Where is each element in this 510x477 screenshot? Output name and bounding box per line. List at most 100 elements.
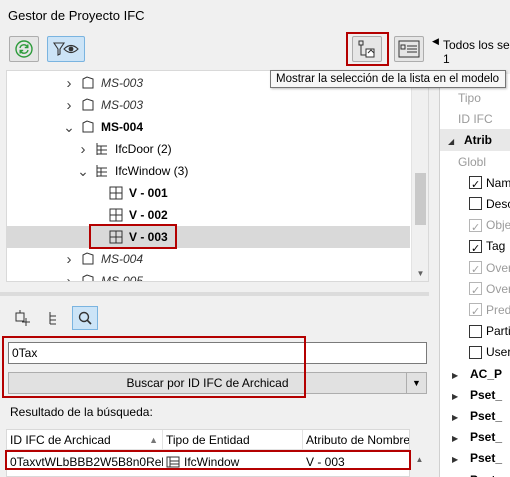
property-label: Name: [486, 175, 510, 190]
property-checkbox[interactable]: [469, 324, 482, 338]
search-icon: [78, 311, 92, 325]
property-row[interactable]: UserI: [440, 341, 510, 363]
property-row[interactable]: Name: [440, 172, 510, 196]
property-row[interactable]: Obje: [440, 214, 510, 239]
tree-row[interactable]: ⌄ MS-004: [7, 116, 410, 138]
storey-icon: [82, 76, 94, 89]
scroll-up-icon[interactable]: ▲: [411, 429, 428, 464]
tree-row-label: MS-003: [101, 98, 144, 112]
tree-row-label: MS-004: [101, 120, 144, 134]
property-row[interactable]: ▶ AC_P: [440, 363, 510, 385]
property-row[interactable]: Tag: [440, 235, 510, 260]
tree-row-label: MS-005: [101, 274, 144, 282]
chevron-right-icon[interactable]: ›: [63, 75, 75, 92]
results-scrollbar[interactable]: ▲: [411, 429, 428, 477]
hierarchy-button[interactable]: [41, 306, 67, 330]
highlight-result-row: [5, 450, 411, 470]
column-header-id-label: ID IFC de Archicad: [10, 433, 111, 447]
tree-scrollbar[interactable]: ▲ ▼: [411, 71, 428, 281]
tree-row[interactable]: V - 001: [7, 182, 410, 204]
property-row[interactable]: Descr: [440, 193, 510, 215]
tree-row-label: IfcWindow (3): [115, 164, 189, 178]
property-row[interactable]: ▶Pset_: [440, 384, 510, 406]
property-row[interactable]: ▶ Pset_: [440, 469, 510, 477]
property-label: Globl: [458, 154, 487, 169]
tree-row[interactable]: ⌄ IfcWindow (3): [7, 160, 410, 182]
column-header-entity[interactable]: Tipo de Entidad: [163, 430, 303, 450]
ifc-class-icon: [96, 165, 107, 177]
scroll-thumb[interactable]: [415, 173, 426, 225]
chevron-down-icon[interactable]: ▼: [406, 373, 426, 393]
property-checkbox[interactable]: [469, 280, 482, 302]
property-checkbox[interactable]: [469, 238, 482, 260]
list-view-button[interactable]: [394, 36, 424, 62]
property-row: Globl: [440, 151, 510, 173]
column-header-id[interactable]: ID IFC de Archicad ▲: [7, 430, 163, 450]
pane-splitter[interactable]: [0, 292, 429, 296]
chevron-down-icon[interactable]: ⌄: [63, 119, 75, 135]
refresh-button[interactable]: [9, 36, 39, 62]
property-row[interactable]: ▶Pset_: [440, 405, 510, 427]
property-checkbox[interactable]: [469, 174, 482, 196]
tree-row[interactable]: › MS-003: [7, 94, 410, 116]
tree-row-label: MS-004: [101, 252, 144, 266]
chevron-right-icon[interactable]: ›: [77, 141, 89, 158]
add-to-selection-button[interactable]: [9, 306, 35, 330]
filter-view-button[interactable]: [47, 36, 85, 62]
storey-icon: [82, 120, 94, 133]
tree-row-label: V - 001: [129, 186, 168, 200]
storey-icon: [82, 98, 94, 111]
property-label: Pset_: [470, 473, 502, 477]
tree-row[interactable]: V - 002: [7, 204, 410, 226]
collapsed-triangle-icon[interactable]: ▶: [452, 471, 462, 477]
property-label: Tipo: [458, 91, 481, 105]
chevron-right-icon[interactable]: ›: [63, 97, 75, 114]
highlight-selected-row: [89, 224, 177, 249]
ifc-tree[interactable]: › MS-003 › MS-003 ⌄ MS-004 › IfcDoor (2) ⌄ IfcWin…: [6, 70, 429, 282]
tooltip: Mostrar la selección de la lista en el m…: [270, 70, 506, 88]
property-label: Tag: [486, 239, 506, 254]
scroll-down-icon[interactable]: ▼: [412, 267, 428, 281]
collapse-arrow-icon[interactable]: ◀: [432, 36, 439, 47]
property-checkbox[interactable]: [469, 197, 482, 211]
property-row[interactable]: Partit: [440, 320, 510, 342]
tree-row-label: V - 002: [129, 208, 168, 222]
storey-icon: [82, 274, 94, 281]
tree-row[interactable]: › MS-005: [7, 270, 410, 282]
property-row[interactable]: ◢ Atrib: [440, 129, 510, 152]
results-label: Resultado de la búsqueda:: [10, 405, 153, 419]
property-row[interactable]: Prede: [440, 299, 510, 323]
list-view-icon: [398, 40, 420, 58]
column-header-name[interactable]: Atributo de Nombre: [303, 430, 409, 450]
property-row[interactable]: Over: [440, 257, 510, 281]
property-row[interactable]: ▶Pset_: [440, 426, 510, 448]
property-label: Pset_: [470, 387, 503, 402]
property-label: Prede: [486, 303, 510, 317]
tree-row[interactable]: › IfcDoor (2): [7, 138, 410, 160]
filter-eye-icon: [52, 42, 79, 56]
window-title: Gestor de Proyecto IFC: [8, 8, 145, 23]
properties-panel: Tipo ID IFC ◢Atrib Globl Name Descr Obje Tag Ove…: [439, 30, 510, 477]
property-label: Pset_: [470, 430, 503, 445]
search-mode-button[interactable]: [72, 306, 98, 330]
property-checkbox[interactable]: [469, 259, 482, 281]
property-checkbox[interactable]: [469, 301, 482, 323]
tree-row[interactable]: V - 003: [7, 226, 410, 248]
property-checkbox[interactable]: [469, 217, 482, 239]
highlight-search: [2, 336, 306, 398]
property-checkbox[interactable]: [469, 345, 482, 359]
property-label: AC_P: [470, 366, 503, 381]
tree-row[interactable]: › MS-004: [7, 248, 410, 270]
property-label: UserI: [486, 345, 510, 360]
property-row[interactable]: Over: [440, 278, 510, 302]
property-label: Descr: [486, 197, 510, 211]
property-row[interactable]: ▶Pset_: [440, 447, 510, 469]
chevron-right-icon[interactable]: ›: [63, 251, 75, 268]
property-label: Atrib: [464, 133, 492, 148]
storey-icon: [82, 252, 94, 265]
property-label: Partit: [486, 324, 510, 339]
ifc-class-icon: [96, 143, 107, 155]
chevron-right-icon[interactable]: ›: [63, 273, 75, 282]
chevron-down-icon[interactable]: ⌄: [77, 163, 89, 179]
